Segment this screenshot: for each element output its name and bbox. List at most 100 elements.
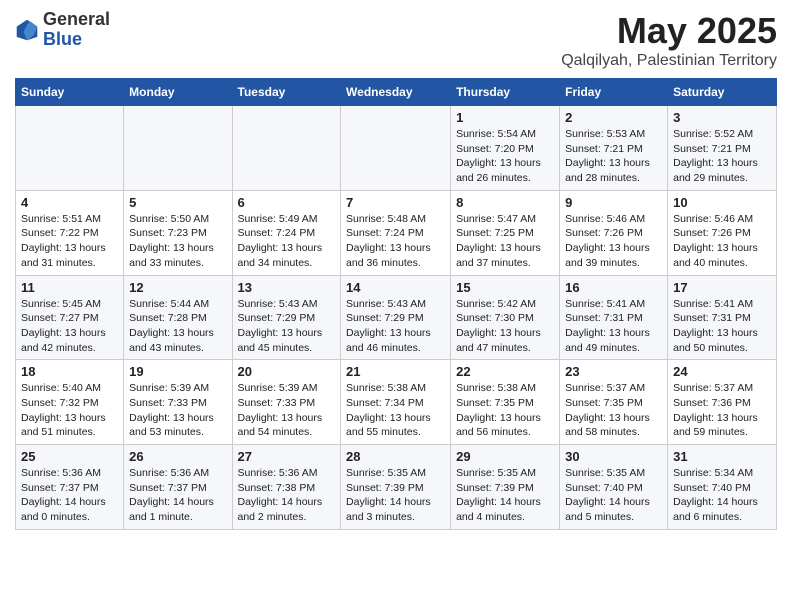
calendar-cell: 2Sunrise: 5:53 AMSunset: 7:21 PMDaylight…	[560, 106, 668, 191]
header-friday: Friday	[560, 79, 668, 106]
cell-content: Sunrise: 5:46 AMSunset: 7:26 PMDaylight:…	[565, 212, 662, 271]
calendar-cell: 26 Sunrise: 5:36 AMSunset: 7:37 PMDayligh…	[124, 445, 232, 530]
day-number: 28	[346, 449, 445, 464]
calendar-cell: 15 Sunrise: 5:42 AMSunset: 7:30 PMDayligh…	[451, 275, 560, 360]
cell-content: Sunrise: 5:35 AMSunset: 7:39 PMDaylight:…	[456, 466, 554, 525]
cell-content: Sunrise: 5:50 AMSunset: 7:23 PMDaylight:…	[129, 212, 226, 271]
day-number: 3	[673, 110, 771, 125]
calendar-cell	[16, 106, 124, 191]
day-number: 18	[21, 364, 118, 379]
day-number: 26	[129, 449, 226, 464]
cell-content: Sunrise: 5:43 AMSunset: 7:29 PMDaylight:…	[346, 297, 445, 356]
logo: General Blue	[15, 10, 110, 50]
cell-content: Sunrise: 5:45 AMSunset: 7:27 PMDaylight:…	[21, 297, 118, 356]
day-number: 27	[238, 449, 336, 464]
day-number: 29	[456, 449, 554, 464]
day-number: 24	[673, 364, 771, 379]
calendar-cell: 17 Sunrise: 5:41 AMSunset: 7:31 PMDayligh…	[668, 275, 777, 360]
day-number: 13	[238, 280, 336, 295]
header-wednesday: Wednesday	[341, 79, 451, 106]
day-number: 6	[238, 195, 336, 210]
calendar-cell: 9 Sunrise: 5:46 AMSunset: 7:26 PMDaylight…	[560, 190, 668, 275]
calendar-table: SundayMondayTuesdayWednesdayThursdayFrid…	[15, 78, 777, 530]
calendar-cell: 16Sunrise: 5:41 AMSunset: 7:31 PMDayligh…	[560, 275, 668, 360]
cell-content: Sunrise: 5:40 AMSunset: 7:32 PMDaylight:…	[21, 381, 118, 440]
header-saturday: Saturday	[668, 79, 777, 106]
cell-content: Sunrise: 5:35 AMSunset: 7:40 PMDaylight:…	[565, 466, 662, 525]
cell-content: Sunrise: 5:41 AMSunset: 7:31 PMDaylight:…	[673, 297, 771, 356]
location-title: Qalqilyah, Palestinian Territory	[561, 52, 777, 70]
calendar-cell: 20 Sunrise: 5:39 AMSunset: 7:33 PMDayligh…	[232, 360, 341, 445]
cell-content: Sunrise: 5:37 AMSunset: 7:35 PMDaylight:…	[565, 381, 662, 440]
day-number: 14	[346, 280, 445, 295]
calendar-cell: 11Sunrise: 5:45 AMSunset: 7:27 PMDayligh…	[16, 275, 124, 360]
calendar-cell: 1Sunrise: 5:54 AMSunset: 7:20 PMDaylight…	[451, 106, 560, 191]
calendar-cell: 25 Sunrise: 5:36 AMSunset: 7:37 PMDayligh…	[16, 445, 124, 530]
cell-content: Sunrise: 5:37 AMSunset: 7:36 PMDaylight:…	[673, 381, 771, 440]
week-row-5: 25 Sunrise: 5:36 AMSunset: 7:37 PMDayligh…	[16, 445, 777, 530]
week-row-2: 4Sunrise: 5:51 AMSunset: 7:22 PMDaylight…	[16, 190, 777, 275]
cell-content: Sunrise: 5:44 AMSunset: 7:28 PMDaylight:…	[129, 297, 226, 356]
cell-content: Sunrise: 5:34 AMSunset: 7:40 PMDaylight:…	[673, 466, 771, 525]
logo-icon	[15, 18, 39, 42]
day-number: 15	[456, 280, 554, 295]
calendar-cell: 10 Sunrise: 5:46 AMSunset: 7:26 PMDayligh…	[668, 190, 777, 275]
calendar-cell: 7Sunrise: 5:48 AMSunset: 7:24 PMDaylight…	[341, 190, 451, 275]
day-number: 25	[21, 449, 118, 464]
calendar-cell: 24 Sunrise: 5:37 AMSunset: 7:36 PMDayligh…	[668, 360, 777, 445]
cell-content: Sunrise: 5:38 AMSunset: 7:35 PMDaylight:…	[456, 381, 554, 440]
day-number: 4	[21, 195, 118, 210]
cell-content: Sunrise: 5:53 AMSunset: 7:21 PMDaylight:…	[565, 127, 662, 186]
day-number: 8	[456, 195, 554, 210]
cell-content: Sunrise: 5:49 AMSunset: 7:24 PMDaylight:…	[238, 212, 336, 271]
day-number: 17	[673, 280, 771, 295]
cell-content: Sunrise: 5:39 AMSunset: 7:33 PMDaylight:…	[129, 381, 226, 440]
calendar-cell	[341, 106, 451, 191]
day-number: 9	[565, 195, 662, 210]
week-row-3: 11Sunrise: 5:45 AMSunset: 7:27 PMDayligh…	[16, 275, 777, 360]
cell-content: Sunrise: 5:43 AMSunset: 7:29 PMDaylight:…	[238, 297, 336, 356]
calendar-cell: 31 Sunrise: 5:34 AMSunset: 7:40 PMDayligh…	[668, 445, 777, 530]
day-number: 30	[565, 449, 662, 464]
calendar-cell	[124, 106, 232, 191]
day-number: 7	[346, 195, 445, 210]
calendar-cell: 13 Sunrise: 5:43 AMSunset: 7:29 PMDayligh…	[232, 275, 341, 360]
cell-content: Sunrise: 5:41 AMSunset: 7:31 PMDaylight:…	[565, 297, 662, 356]
day-number: 22	[456, 364, 554, 379]
cell-content: Sunrise: 5:36 AMSunset: 7:38 PMDaylight:…	[238, 466, 336, 525]
logo-text: General Blue	[43, 10, 110, 50]
calendar-cell	[232, 106, 341, 191]
calendar-cell: 5 Sunrise: 5:50 AMSunset: 7:23 PMDaylight…	[124, 190, 232, 275]
cell-content: Sunrise: 5:39 AMSunset: 7:33 PMDaylight:…	[238, 381, 336, 440]
day-number: 10	[673, 195, 771, 210]
day-number: 31	[673, 449, 771, 464]
calendar-cell: 8 Sunrise: 5:47 AMSunset: 7:25 PMDaylight…	[451, 190, 560, 275]
calendar-cell: 4Sunrise: 5:51 AMSunset: 7:22 PMDaylight…	[16, 190, 124, 275]
cell-content: Sunrise: 5:38 AMSunset: 7:34 PMDaylight:…	[346, 381, 445, 440]
calendar-cell: 22 Sunrise: 5:38 AMSunset: 7:35 PMDayligh…	[451, 360, 560, 445]
cell-content: Sunrise: 5:35 AMSunset: 7:39 PMDaylight:…	[346, 466, 445, 525]
cell-content: Sunrise: 5:47 AMSunset: 7:25 PMDaylight:…	[456, 212, 554, 271]
header-sunday: Sunday	[16, 79, 124, 106]
calendar-cell: 14 Sunrise: 5:43 AMSunset: 7:29 PMDayligh…	[341, 275, 451, 360]
day-number: 5	[129, 195, 226, 210]
title-block: May 2025 Qalqilyah, Palestinian Territor…	[561, 10, 777, 70]
cell-content: Sunrise: 5:36 AMSunset: 7:37 PMDaylight:…	[21, 466, 118, 525]
month-title: May 2025	[561, 10, 777, 52]
day-number: 19	[129, 364, 226, 379]
week-row-1: 1Sunrise: 5:54 AMSunset: 7:20 PMDaylight…	[16, 106, 777, 191]
calendar-cell: 3Sunrise: 5:52 AMSunset: 7:21 PMDaylight…	[668, 106, 777, 191]
day-number: 1	[456, 110, 554, 125]
cell-content: Sunrise: 5:46 AMSunset: 7:26 PMDaylight:…	[673, 212, 771, 271]
calendar-cell: 29 Sunrise: 5:35 AMSunset: 7:39 PMDayligh…	[451, 445, 560, 530]
day-number: 20	[238, 364, 336, 379]
calendar-cell: 12 Sunrise: 5:44 AMSunset: 7:28 PMDayligh…	[124, 275, 232, 360]
cell-content: Sunrise: 5:42 AMSunset: 7:30 PMDaylight:…	[456, 297, 554, 356]
day-number: 21	[346, 364, 445, 379]
cell-content: Sunrise: 5:36 AMSunset: 7:37 PMDaylight:…	[129, 466, 226, 525]
calendar-cell: 23Sunrise: 5:37 AMSunset: 7:35 PMDayligh…	[560, 360, 668, 445]
day-number: 12	[129, 280, 226, 295]
header-tuesday: Tuesday	[232, 79, 341, 106]
calendar-cell: 19 Sunrise: 5:39 AMSunset: 7:33 PMDayligh…	[124, 360, 232, 445]
calendar-cell: 28 Sunrise: 5:35 AMSunset: 7:39 PMDayligh…	[341, 445, 451, 530]
